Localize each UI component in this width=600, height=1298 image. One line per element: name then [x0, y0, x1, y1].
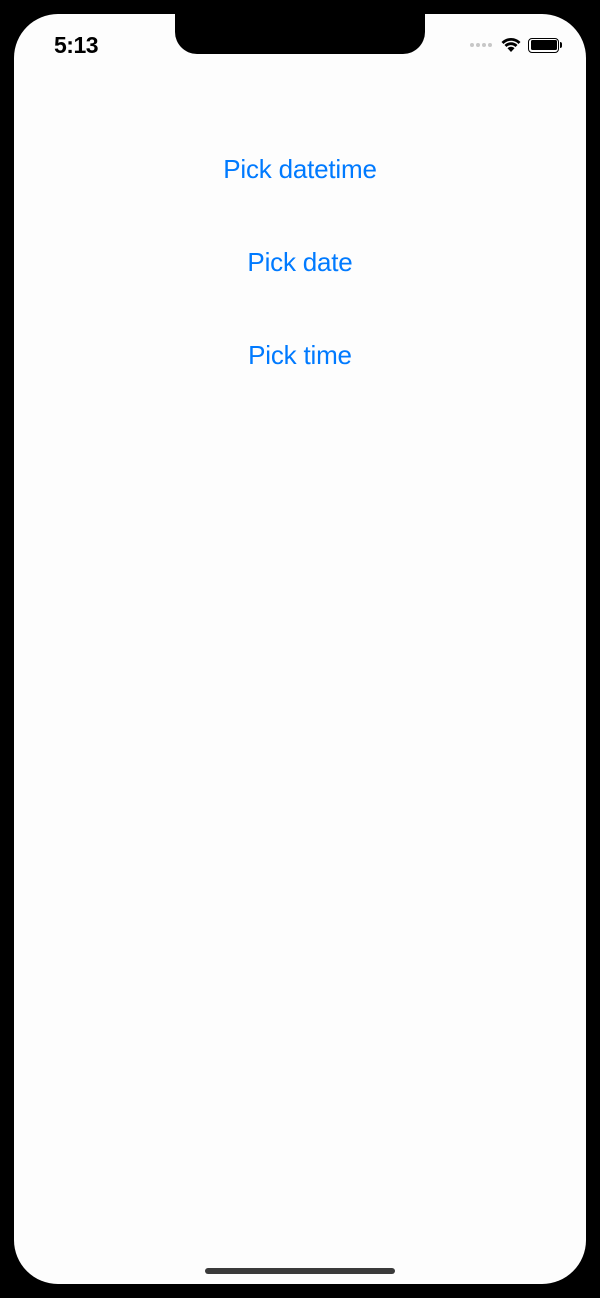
home-indicator[interactable] [205, 1268, 395, 1274]
pick-date-button[interactable]: Pick date [247, 247, 352, 278]
pick-datetime-button[interactable]: Pick datetime [223, 154, 376, 185]
device-frame: 5:13 [0, 0, 600, 1298]
main-content: Pick datetime Pick date Pick time [14, 14, 586, 371]
status-time: 5:13 [54, 32, 98, 59]
wifi-icon [500, 37, 522, 53]
pick-time-button[interactable]: Pick time [248, 340, 352, 371]
battery-icon [528, 38, 562, 53]
status-indicators [470, 37, 562, 53]
cellular-signal-icon [470, 43, 492, 47]
device-notch [175, 14, 425, 54]
screen: 5:13 [14, 14, 586, 1284]
